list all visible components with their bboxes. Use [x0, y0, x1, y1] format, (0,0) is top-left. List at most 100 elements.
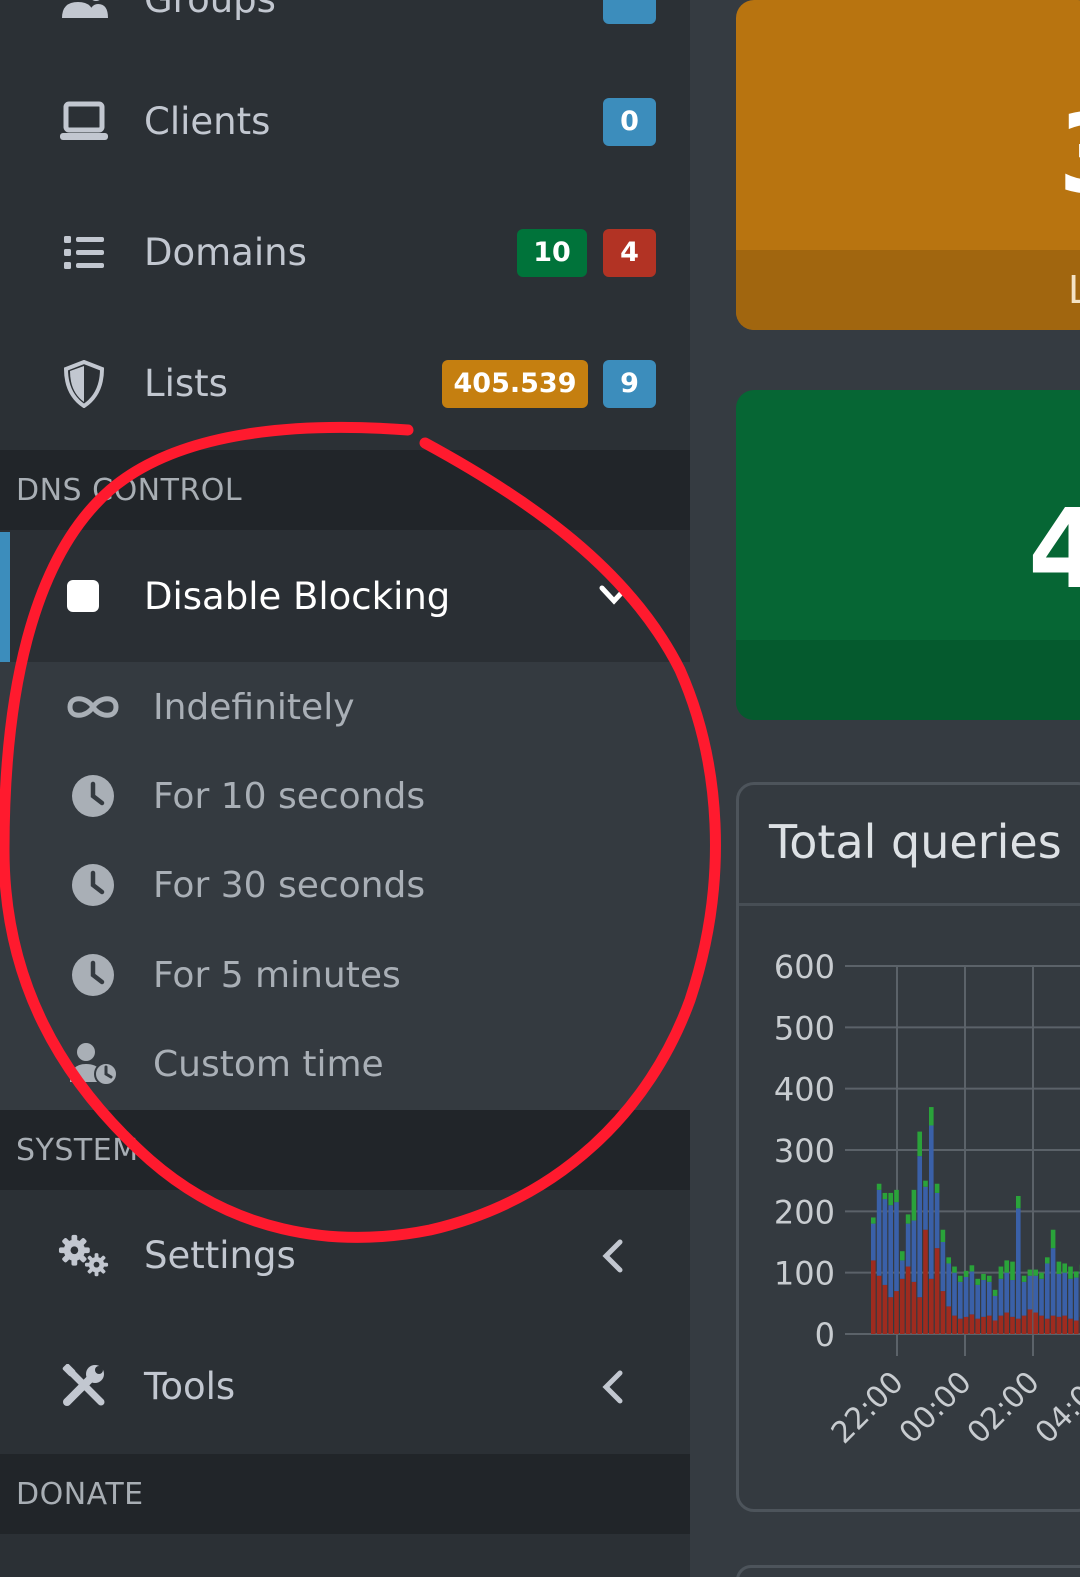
- chart-bar-segment: [929, 1278, 934, 1334]
- chart-bar-segment: [992, 1320, 998, 1334]
- chart-bar-segment: [1045, 1318, 1050, 1334]
- chart-bar-segment: [969, 1314, 975, 1334]
- chart-bar-segment: [1010, 1316, 1015, 1334]
- chart-bar-segment: [882, 1192, 888, 1200]
- chart-bar-segment: [958, 1281, 963, 1319]
- chart-bar-segment: [1004, 1312, 1009, 1334]
- chart-bar-segment: [1027, 1275, 1033, 1310]
- chart-bar-segment: [905, 1266, 911, 1334]
- chevron-down-icon: [598, 584, 630, 612]
- chart-bar-segment: [894, 1202, 899, 1292]
- sidebar-item-lists[interactable]: Lists 405.539 9: [0, 318, 690, 449]
- stat-card-footer[interactable]: [736, 640, 1080, 720]
- sidebar-item-domains[interactable]: Domains 10 4: [0, 187, 690, 318]
- chart-bar-segment: [888, 1297, 893, 1334]
- chart-bar-segment: [876, 1183, 882, 1190]
- shield-icon: [58, 358, 110, 410]
- chart-bar-segment: [911, 1189, 917, 1221]
- stat-card-footer[interactable]: L: [736, 250, 1080, 330]
- submenu-item-label: Indefinitely: [153, 686, 355, 728]
- active-indicator: [0, 532, 10, 662]
- sidebar-item-label: Tools: [144, 1365, 236, 1408]
- chart-bar-segment: [1021, 1281, 1027, 1316]
- submenu-item-10-seconds[interactable]: For 10 seconds: [0, 751, 690, 841]
- lists-count-badge: 9: [603, 359, 656, 408]
- chart-bar-segment: [1021, 1275, 1027, 1282]
- chart-bar-segment: [969, 1265, 975, 1272]
- submenu-item-custom-time[interactable]: Custom time: [0, 1019, 690, 1109]
- clock-icon: [66, 948, 120, 1002]
- submenu-item-label: For 10 seconds: [153, 775, 426, 817]
- chart-bar-segment: [998, 1315, 1004, 1334]
- chart-bar-segment: [940, 1242, 946, 1292]
- chart-bar-segment: [975, 1318, 980, 1334]
- chart-bar-segment: [981, 1273, 986, 1281]
- chart-bar-segment: [958, 1318, 963, 1334]
- chart-bar-segment: [1010, 1280, 1015, 1317]
- chart-bar-segment: [987, 1281, 992, 1316]
- chart-bar-segment: [871, 1260, 876, 1334]
- chart-bar-segment: [987, 1315, 992, 1334]
- chart-bar-segment: [929, 1125, 934, 1279]
- chart-bar-segment: [1050, 1229, 1056, 1249]
- chart-bar-segment: [934, 1183, 940, 1193]
- chart-bar-segment: [900, 1251, 905, 1261]
- chart-bar-segment: [1056, 1316, 1062, 1334]
- chart-bar-segment: [1050, 1315, 1056, 1334]
- chart-bar-segment: [1039, 1315, 1044, 1334]
- sidebar-item-clients[interactable]: Clients 0: [0, 56, 690, 187]
- sidebar-item-tools[interactable]: Tools: [0, 1321, 690, 1452]
- users-icon: [58, 0, 110, 26]
- chart-bar-segment: [1016, 1208, 1021, 1319]
- chart-bar-segment: [934, 1248, 940, 1334]
- total-queries-card: Total queries 600 500 400 300 200 100 0 22:00 00…: [736, 782, 1080, 1512]
- stat-card-value: 3: [1058, 90, 1080, 218]
- chart-bar-segment: [1050, 1248, 1056, 1316]
- chart-bar-segment: [1021, 1315, 1027, 1334]
- chart-bar-segment: [992, 1289, 998, 1296]
- chart-bar-segment: [958, 1275, 963, 1282]
- gears-icon: [58, 1230, 110, 1282]
- chart-bar-segment: [1062, 1272, 1067, 1316]
- chart-bar-segment: [882, 1199, 888, 1285]
- chart-bar-segment: [900, 1278, 905, 1334]
- submenu-item-label: For 5 minutes: [153, 954, 401, 996]
- chart-bar-segment: [917, 1131, 922, 1157]
- user-clock-icon: [66, 1037, 120, 1091]
- sidebar-item-disable-blocking[interactable]: Disable Blocking: [0, 530, 690, 662]
- chart-bar-segment: [917, 1297, 922, 1334]
- chart-bar-segment: [975, 1278, 980, 1285]
- chart-bar-segment: [981, 1316, 986, 1334]
- clock-icon: [66, 769, 120, 823]
- chart-bar-segment: [1039, 1272, 1044, 1279]
- submenu-item-indefinitely[interactable]: Indefinitely: [0, 662, 690, 752]
- chart-bar-segment: [1045, 1257, 1050, 1264]
- sidebar-item-label: Domains: [144, 231, 307, 274]
- y-tick-label: 100: [774, 1255, 835, 1293]
- clock-icon: [66, 858, 120, 912]
- sidebar-item-label: Lists: [144, 362, 228, 405]
- dns-control-header: DNS CONTROL: [0, 450, 690, 530]
- chart-bar-segment: [1056, 1261, 1062, 1274]
- chart-bar-segment: [940, 1291, 946, 1334]
- chart-bar-segment: [888, 1192, 893, 1206]
- sidebar-item-settings[interactable]: Settings: [0, 1190, 690, 1321]
- chart-bar-segment: [1004, 1260, 1009, 1273]
- submenu-item-30-seconds[interactable]: For 30 seconds: [0, 840, 690, 930]
- domains-allow-badge: 10: [517, 228, 587, 277]
- submenu-item-5-minutes[interactable]: For 5 minutes: [0, 930, 690, 1020]
- tools-icon: [58, 1361, 110, 1413]
- chart-bar-segment: [1062, 1263, 1067, 1273]
- submenu-item-label: Custom time: [153, 1043, 384, 1085]
- stat-card-green: 4: [736, 390, 1080, 720]
- disable-blocking-label: Disable Blocking: [144, 574, 451, 618]
- laptop-icon: [58, 96, 110, 148]
- chart-bar-segment: [1039, 1278, 1044, 1316]
- chart-bar-segment: [1045, 1263, 1050, 1319]
- chevron-left-icon: [600, 1369, 626, 1409]
- system-header: SYSTEM: [0, 1110, 690, 1190]
- y-tick-label: 400: [774, 1071, 835, 1109]
- y-tick-label: 300: [774, 1132, 835, 1170]
- x-tick-label: 04:00: [1029, 1365, 1080, 1451]
- y-tick-label: 600: [774, 948, 835, 986]
